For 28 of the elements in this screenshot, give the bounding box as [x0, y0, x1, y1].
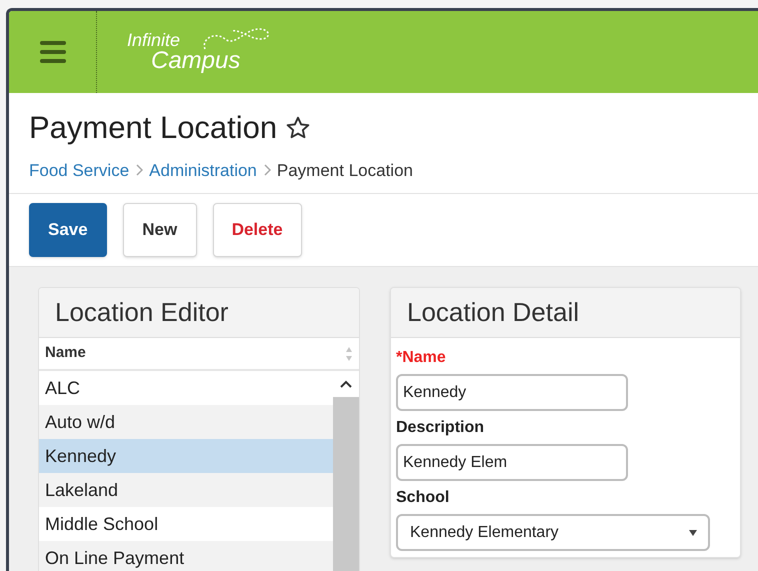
logo-text: Infinite — [127, 31, 182, 49]
breadcrumb-current: Payment Location — [276, 160, 413, 182]
list-row[interactable]: Lakeland — [39, 473, 333, 507]
logo-text: Campus — [151, 49, 240, 73]
page-title: Payment Location — [29, 109, 278, 147]
chevron-icon — [262, 164, 271, 176]
dropdown-arrow-icon — [688, 528, 698, 536]
dropdown-field[interactable]: Kennedy Elementary — [396, 514, 710, 551]
input-field[interactable]: Kennedy — [396, 374, 628, 411]
chevron-icon — [135, 164, 144, 176]
input-field[interactable]: Kennedy Elem — [396, 444, 628, 481]
panel-title: Location Editor — [55, 296, 228, 329]
field-label: School — [396, 488, 450, 508]
list-row[interactable]: On Line Payment — [39, 541, 333, 571]
field-label: *Name — [396, 348, 447, 368]
save-button[interactable]: Save — [29, 203, 107, 257]
breadcrumb-link[interactable]: Food Service — [29, 158, 130, 183]
panel-title: Location Detail — [407, 296, 579, 329]
toolbar-button[interactable]: New — [122, 203, 197, 257]
scroll-up-icon[interactable] — [340, 380, 352, 388]
delete-button[interactable]: Delete — [212, 203, 302, 257]
list-row[interactable]: Kennedy — [39, 439, 333, 473]
column-header: Name — [45, 343, 86, 364]
list-row[interactable]: Auto w/d — [39, 405, 333, 439]
scrollbar[interactable] — [333, 371, 359, 571]
field-label: Description — [396, 418, 486, 438]
breadcrumb-link[interactable]: Administration — [149, 158, 257, 183]
menu-icon[interactable] — [40, 41, 66, 63]
